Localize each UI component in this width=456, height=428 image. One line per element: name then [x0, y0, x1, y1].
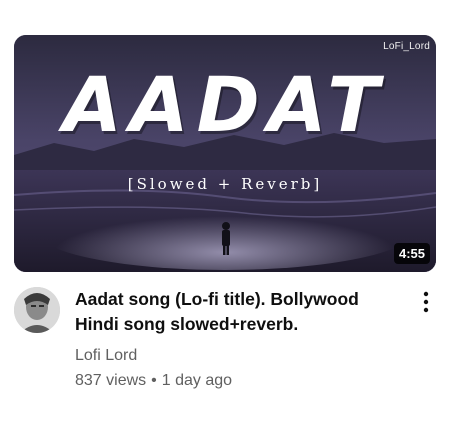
video-details: Aadat song (Lo-fi title). Bollywood Hind… [75, 287, 405, 391]
meta-separator: • [151, 372, 157, 389]
thumbnail-title-text: AADAT [62, 60, 388, 149]
upload-age: 1 day ago [161, 372, 233, 389]
duration-badge: 4:55 [393, 243, 430, 264]
channel-avatar[interactable] [14, 287, 60, 333]
more-vert-icon [423, 291, 429, 313]
view-count: 837 views [75, 372, 147, 389]
thumbnail-watermark: LoFi_Lord [383, 41, 430, 52]
video-title[interactable]: Aadat song (Lo-fi title). Bollywood Hind… [75, 287, 405, 337]
video-card: LoFi_Lord AADAT [Slowed + Reverb] 4:55 A… [0, 0, 456, 428]
channel-name[interactable]: Lofi Lord [75, 346, 405, 366]
video-metadata: 837 views • 1 day ago [75, 371, 405, 391]
avatar-image [14, 287, 60, 333]
more-options-button[interactable] [414, 288, 438, 316]
thumbnail-subtitle-text: [Slowed + Reverb] [127, 175, 323, 193]
video-thumbnail[interactable]: LoFi_Lord AADAT [Slowed + Reverb] 4:55 [14, 35, 436, 272]
